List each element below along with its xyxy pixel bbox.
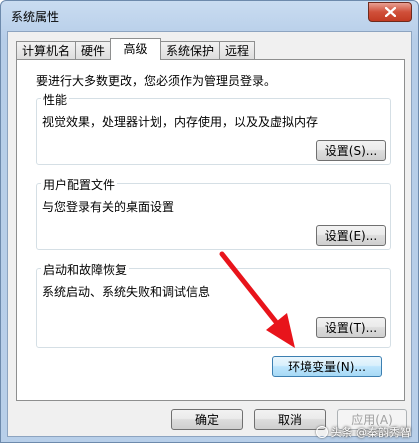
- performance-settings-button[interactable]: 设置(S)...: [316, 140, 386, 161]
- window-title: 系统属性: [11, 10, 60, 24]
- startup-recovery-title: 启动和故障恢复: [41, 261, 130, 278]
- admin-notice: 要进行大多数更改，您必须作为管理员登录。: [36, 74, 277, 88]
- ok-button[interactable]: 确定: [171, 409, 243, 430]
- user-profiles-description: 与您登录有关的桌面设置: [42, 200, 175, 214]
- performance-title: 性能: [41, 91, 70, 108]
- tab-computer-name[interactable]: 计算机名: [16, 41, 77, 60]
- system-properties-window: 系统属性 计算机名 硬件 高级 系统保护 远程 要进行大多数更改，您必须作为管理…: [0, 0, 419, 443]
- startup-recovery-settings-button[interactable]: 设置(T)...: [316, 317, 386, 338]
- user-profiles-group: 用户配置文件 与您登录有关的桌面设置 设置(E)...: [36, 176, 391, 250]
- user-profiles-settings-button[interactable]: 设置(E)...: [316, 225, 386, 246]
- performance-description: 视觉效果，处理器计划，内存使用，以及及虚拟内存: [42, 115, 319, 129]
- tab-advanced[interactable]: 高级: [110, 38, 162, 60]
- tab-strip: 计算机名 硬件 高级 系统保护 远程: [16, 38, 256, 60]
- close-button[interactable]: [368, 2, 412, 22]
- watermark-text: 头条 @秦韵秀智: [330, 426, 412, 439]
- dialog-client-area: 计算机名 硬件 高级 系统保护 远程 要进行大多数更改，您必须作为管理员登录。 …: [7, 31, 412, 437]
- user-profiles-title: 用户配置文件: [41, 176, 118, 193]
- performance-group: 性能 视觉效果，处理器计划，内存使用，以及及虚拟内存 设置(S)...: [36, 91, 391, 165]
- watermark: 头条 @秦韵秀智: [315, 424, 412, 440]
- startup-recovery-description: 系统启动、系统失败和调试信息: [42, 285, 211, 299]
- environment-variables-button[interactable]: 环境变量(N)...: [272, 356, 382, 377]
- advanced-tab-panel: 要进行大多数更改，您必须作为管理员登录。 性能 视觉效果，处理器计划，内存使用，…: [16, 59, 405, 401]
- close-icon: [384, 7, 396, 17]
- title-bar[interactable]: 系统属性: [1, 1, 418, 31]
- tab-system-protection[interactable]: 系统保护: [160, 41, 221, 60]
- startup-recovery-group: 启动和故障恢复 系统启动、系统失败和调试信息 设置(T)...: [36, 261, 391, 348]
- watermark-logo-icon: [315, 426, 328, 438]
- tab-remote[interactable]: 远程: [219, 41, 256, 60]
- tab-hardware[interactable]: 硬件: [75, 41, 112, 60]
